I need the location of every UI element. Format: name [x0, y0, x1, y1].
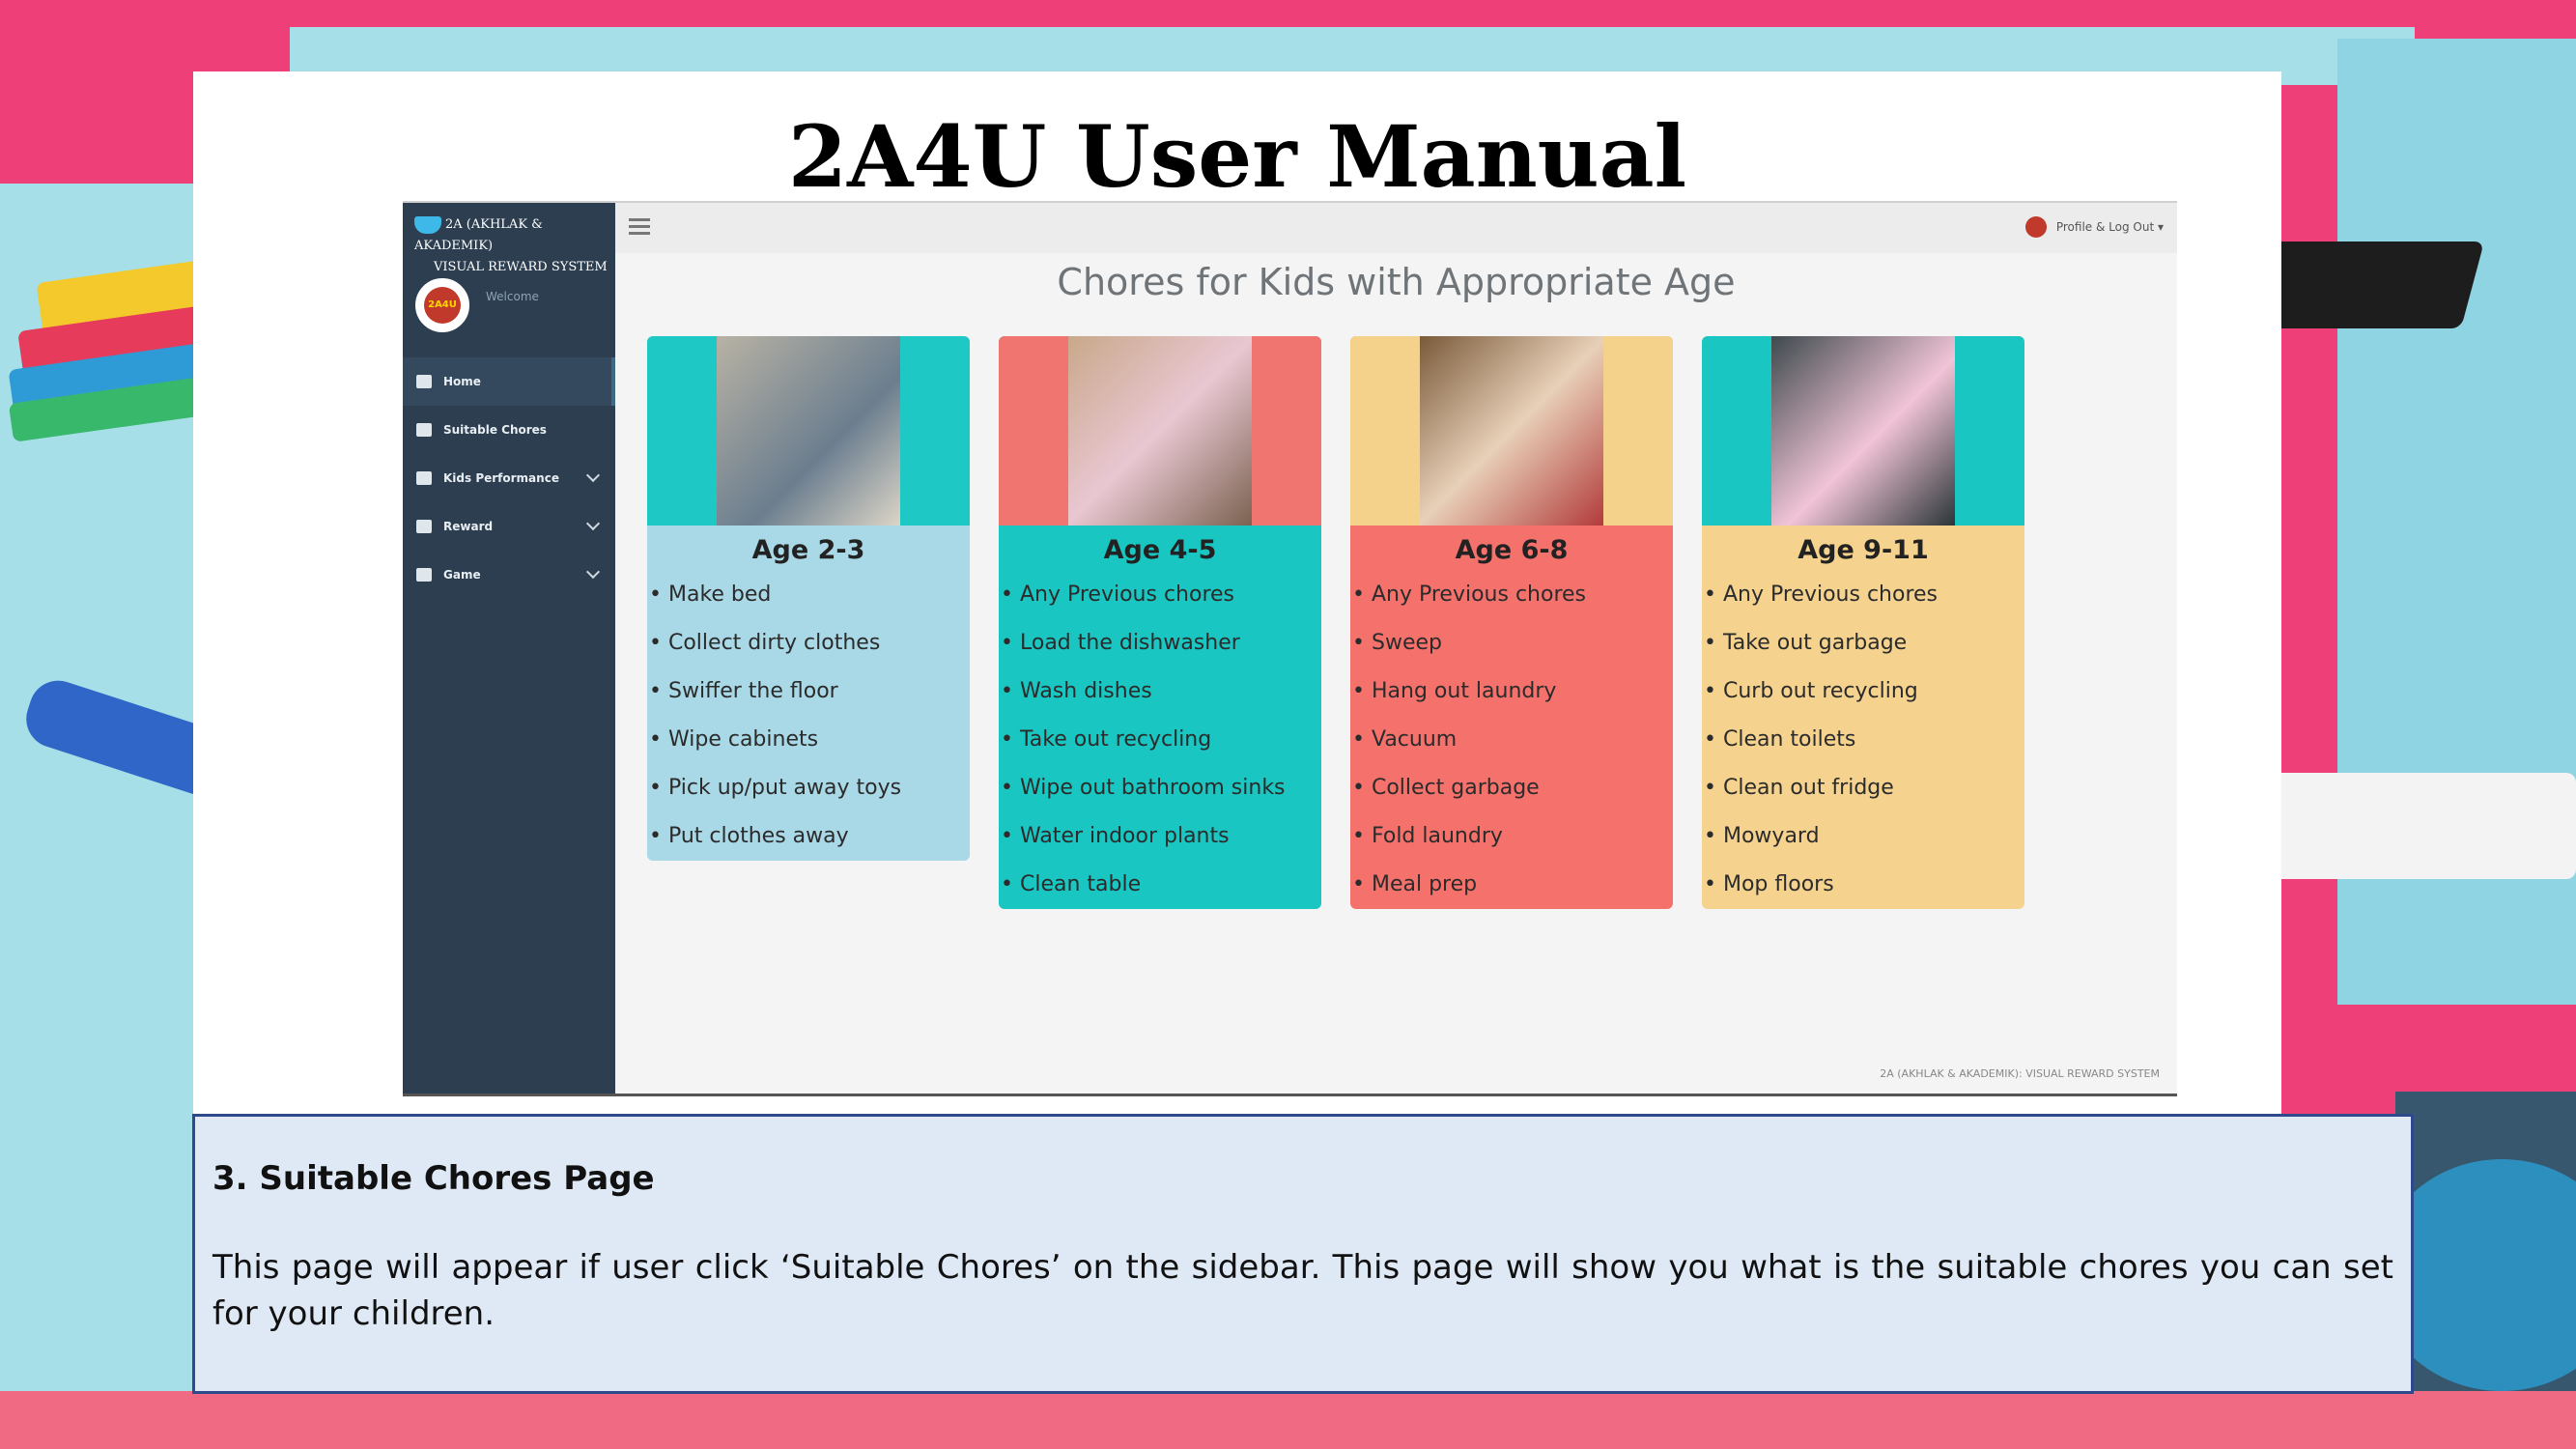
profile-icon	[2024, 216, 2047, 238]
sidebar-item-home[interactable]: Home	[403, 357, 615, 406]
gift-icon	[416, 520, 432, 533]
chore-list: Make bedCollect dirty clothesSwiffer the…	[647, 571, 970, 861]
chore-item: Take out garbage	[1704, 619, 2024, 668]
chore-item: Any Previous chores	[1704, 571, 2024, 619]
chore-item: Wash dishes	[1001, 668, 1321, 716]
chore-item: Wipe out bathroom sinks	[1001, 764, 1321, 812]
description-box: 3. Suitable Chores Page This page will a…	[192, 1114, 2414, 1394]
sidebar-item-label: Game	[443, 568, 481, 582]
chore-card: Age 2-3 Make bedCollect dirty clothesSwi…	[647, 336, 970, 861]
home-icon	[416, 375, 432, 388]
sidebar-item-label: Reward	[443, 520, 494, 533]
gamepad-icon	[416, 568, 432, 582]
card-age-label: Age 6-8	[1455, 535, 1569, 565]
calendar-icon	[416, 471, 432, 485]
chore-item: Load the dishwasher	[1001, 619, 1321, 668]
chore-item: Clean toilets	[1704, 716, 2024, 764]
page-title: Chores for Kids with Appropriate Age	[1057, 261, 1736, 303]
chore-item: Any Previous chores	[1352, 571, 1673, 619]
chore-card: Age 9-11 Any Previous choresTake out gar…	[1702, 336, 2024, 909]
profile-logout-dropdown[interactable]: Profile & Log Out ▾	[2024, 216, 2164, 238]
sidebar: 2A (AKHLAK & AKADEMIK) VISUAL REWARD SYS…	[403, 203, 615, 1094]
background-strip-bottom	[0, 1391, 2576, 1449]
sidebar-item-kids-performance[interactable]: Kids Performance	[403, 454, 615, 502]
chore-item: Sweep	[1352, 619, 1673, 668]
chore-item: Collect dirty clothes	[649, 619, 970, 668]
chore-item: Wipe cabinets	[649, 716, 970, 764]
sidebar-item-label: Home	[443, 375, 481, 388]
chore-cards: Age 2-3 Make bedCollect dirty clothesSwi…	[647, 336, 2067, 935]
top-bar: Profile & Log Out ▾	[615, 203, 2177, 253]
chevron-down-icon	[585, 468, 601, 483]
chore-item: Clean table	[1001, 861, 1321, 909]
chore-card: Age 4-5 Any Previous choresLoad the dish…	[999, 336, 1321, 909]
card-age-label: Age 4-5	[1103, 535, 1217, 565]
card-photo-frame	[647, 336, 970, 526]
chore-item: Swiffer the floor	[649, 668, 970, 716]
description-heading: 3. Suitable Chores Page	[212, 1159, 655, 1198]
card-photo	[1068, 336, 1252, 526]
chore-list: Any Previous choresLoad the dishwasherWa…	[999, 571, 1321, 909]
document-icon	[416, 423, 432, 437]
sidebar-item-reward[interactable]: Reward	[403, 502, 615, 551]
card-photo	[717, 336, 900, 526]
description-body: This page will appear if user click ‘Sui…	[212, 1248, 2393, 1333]
chevron-down-icon	[585, 516, 601, 531]
sidebar-nav: Home Suitable Chores Kids Performance Re…	[403, 357, 615, 599]
chore-item: Water indoor plants	[1001, 812, 1321, 861]
card-photo	[1771, 336, 1955, 526]
chore-item: Hang out laundry	[1352, 668, 1673, 716]
sidebar-item-label: Suitable Chores	[443, 423, 547, 437]
chore-item: Vacuum	[1352, 716, 1673, 764]
app-screenshot: 2A (AKHLAK & AKADEMIK) VISUAL REWARD SYS…	[403, 201, 2177, 1096]
chore-item: Mop floors	[1704, 861, 2024, 909]
chore-item: Fold laundry	[1352, 812, 1673, 861]
chore-item: Put clothes away	[649, 812, 970, 861]
app-footer: 2A (AKHLAK & AKADEMIK): VISUAL REWARD SY…	[1880, 1067, 2160, 1080]
sidebar-item-label: Kids Performance	[443, 471, 559, 485]
profile-label: Profile & Log Out ▾	[2055, 220, 2164, 234]
chore-item: Collect garbage	[1352, 764, 1673, 812]
chore-item: Mowyard	[1704, 812, 2024, 861]
chore-item: Pick up/put away toys	[649, 764, 970, 812]
card-age-label: Age 9-11	[1798, 535, 1929, 565]
sidebar-item-game[interactable]: Game	[403, 551, 615, 599]
chore-item: Make bed	[649, 571, 970, 619]
welcome-text: Welcome	[486, 290, 539, 303]
sidebar-item-suitable-chores[interactable]: Suitable Chores	[403, 406, 615, 454]
slide: 2A4U User Manual 2A (AKHLAK & AKADEMIK) …	[193, 71, 2281, 1124]
chore-item: Curb out recycling	[1704, 668, 2024, 716]
card-photo	[1420, 336, 1603, 526]
slide-title: 2A4U User Manual	[787, 106, 1687, 207]
card-photo-frame	[999, 336, 1321, 526]
chore-item: Take out recycling	[1001, 716, 1321, 764]
card-photo-frame	[1702, 336, 2024, 526]
brand: 2A (AKHLAK & AKADEMIK) VISUAL REWARD SYS…	[414, 214, 608, 278]
brand-line2: VISUAL REWARD SYSTEM	[434, 260, 608, 274]
chevron-down-icon	[585, 564, 601, 580]
hamburger-menu-icon[interactable]	[629, 218, 650, 236]
card-age-label: Age 2-3	[751, 535, 865, 565]
chore-item: Any Previous chores	[1001, 571, 1321, 619]
avatar-logo: 2A4U	[424, 287, 461, 324]
chore-list: Any Previous choresTake out garbageCurb …	[1702, 571, 2024, 909]
avatar[interactable]: 2A4U	[415, 278, 469, 332]
chore-item: Clean out fridge	[1704, 764, 2024, 812]
chore-item: Meal prep	[1352, 861, 1673, 909]
graduation-cap-icon	[414, 215, 441, 234]
card-photo-frame	[1350, 336, 1673, 526]
chore-list: Any Previous choresSweepHang out laundry…	[1350, 571, 1673, 909]
chore-card: Age 6-8 Any Previous choresSweepHang out…	[1350, 336, 1673, 909]
